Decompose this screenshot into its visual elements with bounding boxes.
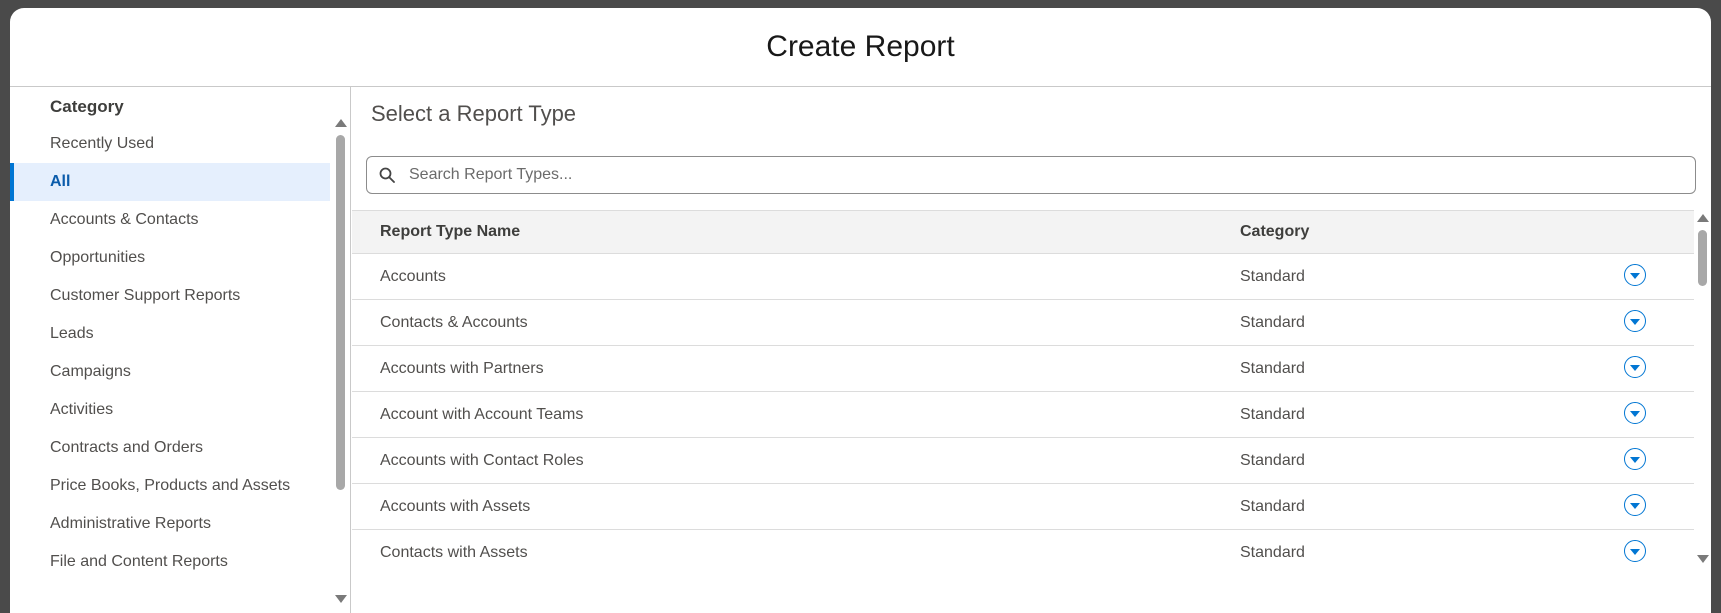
table-row[interactable]: Accounts with Partners Standard (352, 346, 1694, 392)
row-action-button[interactable] (1624, 310, 1646, 332)
table-row[interactable]: Contacts with Assets Standard (352, 530, 1694, 565)
row-action-button[interactable] (1624, 448, 1646, 470)
report-type-category: Standard (1240, 406, 1305, 423)
report-type-category: Standard (1240, 268, 1305, 285)
chevron-down-icon (1630, 365, 1640, 371)
chevron-down-icon (1630, 411, 1640, 417)
category-list: Recently Used All Accounts & Contacts Oppor… (10, 125, 330, 581)
report-type-name: Contacts with Assets (380, 544, 528, 561)
search-box[interactable] (366, 156, 1696, 194)
create-report-modal: Create Report Category Recently Used All A… (10, 8, 1711, 613)
scroll-up-icon[interactable] (335, 119, 347, 127)
report-type-name: Account with Account Teams (380, 406, 584, 423)
row-action-button[interactable] (1624, 356, 1646, 378)
search-icon (379, 167, 395, 183)
report-type-name: Accounts (380, 268, 446, 285)
sidebar-item[interactable]: All (10, 163, 330, 201)
sidebar-item[interactable]: Activities (10, 391, 330, 429)
report-type-name: Accounts with Partners (380, 360, 544, 377)
table-header: Report Type Name Category (352, 210, 1694, 254)
sidebar-item[interactable]: Customer Support Reports (10, 277, 330, 315)
panel-title: Select a Report Type (371, 101, 577, 126)
sidebar-item[interactable]: Recently Used (10, 125, 330, 163)
modal-body: Category Recently Used All Accounts & Cont… (10, 87, 1711, 613)
sidebar-item[interactable]: File and Content Reports (10, 543, 330, 581)
category-sidebar: Category Recently Used All Accounts & Cont… (10, 87, 351, 613)
modal-header: Create Report (10, 8, 1711, 87)
modal-title: Create Report (766, 30, 955, 63)
report-types-table: Report Type Name Category Accounts Standa… (352, 210, 1694, 565)
report-type-name: Accounts with Assets (380, 498, 531, 515)
chevron-down-icon (1630, 319, 1640, 325)
table-row[interactable]: Accounts Standard (352, 254, 1694, 300)
scrollbar-thumb[interactable] (336, 135, 345, 490)
report-type-name: Accounts with Contact Roles (380, 452, 584, 469)
report-type-category: Standard (1240, 452, 1305, 469)
table-row[interactable]: Accounts with Contact Roles Standard (352, 438, 1694, 484)
row-action-button[interactable] (1624, 540, 1646, 562)
sidebar-item[interactable]: Accounts & Contacts (10, 201, 330, 239)
chevron-down-icon (1630, 273, 1640, 279)
column-header-name[interactable]: Report Type Name (380, 223, 520, 241)
sidebar-item[interactable]: Price Books, Products and Assets (10, 467, 330, 505)
sidebar-scrollbar[interactable] (334, 115, 348, 605)
sidebar-item[interactable]: Opportunities (10, 239, 330, 277)
sidebar-heading: Category (50, 97, 124, 116)
sidebar-item[interactable]: Administrative Reports (10, 505, 330, 543)
scroll-up-icon[interactable] (1697, 214, 1709, 222)
table-scrollbar[interactable] (1696, 210, 1710, 565)
table-row[interactable]: Contacts & Accounts Standard (352, 300, 1694, 346)
sidebar-item[interactable]: Contracts and Orders (10, 429, 330, 467)
sidebar-item[interactable]: Leads (10, 315, 330, 353)
report-type-category: Standard (1240, 544, 1305, 561)
sidebar-item[interactable]: Campaigns (10, 353, 330, 391)
report-type-category: Standard (1240, 314, 1305, 331)
report-type-category: Standard (1240, 498, 1305, 515)
row-action-button[interactable] (1624, 264, 1646, 286)
report-type-category: Standard (1240, 360, 1305, 377)
chevron-down-icon (1630, 503, 1640, 509)
chevron-down-icon (1630, 457, 1640, 463)
scroll-down-icon[interactable] (1697, 555, 1709, 563)
table-row[interactable]: Account with Account Teams Standard (352, 392, 1694, 438)
report-type-name: Contacts & Accounts (380, 314, 528, 331)
report-type-panel: Select a Report Type Report Type Name Ca… (351, 87, 1711, 613)
row-action-button[interactable] (1624, 402, 1646, 424)
row-action-button[interactable] (1624, 494, 1646, 516)
scrollbar-thumb[interactable] (1698, 230, 1707, 286)
search-input[interactable] (407, 165, 1695, 185)
scroll-down-icon[interactable] (335, 595, 347, 603)
column-header-category[interactable]: Category (1240, 223, 1309, 241)
table-body: Accounts Standard Contacts & Accounts Stand… (352, 254, 1694, 565)
chevron-down-icon (1630, 549, 1640, 555)
table-row[interactable]: Accounts with Assets Standard (352, 484, 1694, 530)
